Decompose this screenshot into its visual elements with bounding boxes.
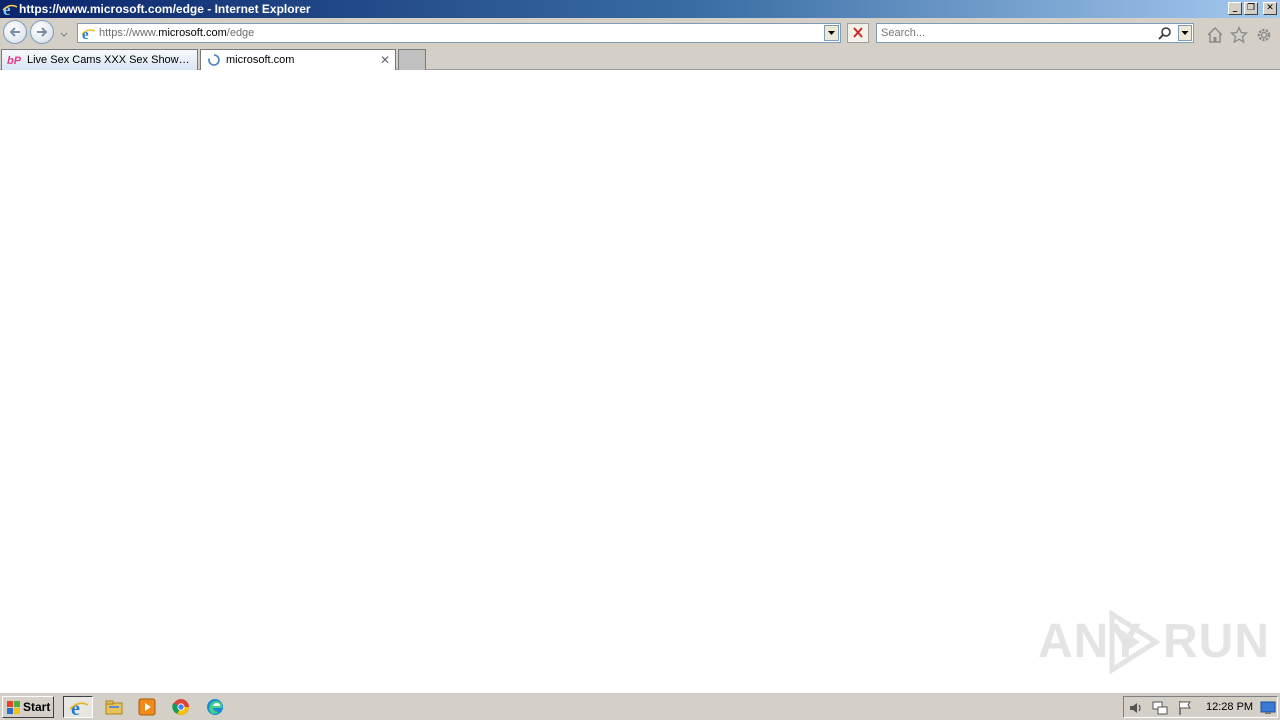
search-dropdown-button[interactable] [1178, 25, 1192, 41]
address-bar[interactable]: e https://www.microsoft.com/edge [77, 23, 841, 43]
loading-spinner-icon [206, 53, 222, 67]
watermark-text-right: RUN [1163, 615, 1270, 668]
navigation-bar: e https://www.microsoft.com/edge [0, 18, 1280, 46]
page-favicon-icon: e [81, 26, 96, 43]
tab-label: microsoft.com [226, 54, 295, 66]
history-dropdown-button[interactable] [60, 28, 68, 41]
forward-arrow-icon [37, 27, 48, 37]
tab-microsoft[interactable]: microsoft.com ✕ [200, 49, 396, 71]
search-icon[interactable] [1158, 26, 1172, 43]
restore-button[interactable]: ❐ [1244, 2, 1258, 15]
taskbar-internet-explorer[interactable]: e [63, 696, 93, 718]
site-favicon-icon: bP [7, 53, 23, 67]
chrome-icon[interactable] [171, 697, 191, 717]
start-button[interactable]: Start [2, 696, 54, 718]
back-button[interactable] [3, 20, 27, 44]
internet-explorer-icon: e [2, 0, 18, 19]
back-arrow-icon [9, 27, 20, 37]
svg-text:e: e [82, 27, 89, 41]
file-explorer-icon[interactable] [104, 697, 124, 717]
tab-live-sex-cams[interactable]: bP Live Sex Cams XXX Sex Shows, ... [1, 49, 198, 70]
url-prefix: https://www. [99, 27, 159, 39]
dropdown-arrow-icon [828, 31, 835, 35]
play-logo-icon [1109, 610, 1161, 674]
url-host: microsoft.com [158, 27, 227, 39]
new-tab-button[interactable] [398, 49, 426, 70]
system-tray: 12:28 PM [1123, 696, 1278, 718]
home-icon[interactable] [1206, 26, 1224, 44]
minimize-button[interactable]: _ [1228, 2, 1242, 15]
search-box[interactable] [876, 23, 1194, 43]
chevron-down-icon [60, 32, 68, 37]
address-dropdown-button[interactable] [824, 25, 839, 41]
star-icon[interactable] [1229, 25, 1249, 44]
windows-logo-icon [7, 701, 20, 714]
url-suffix: /edge [226, 27, 255, 39]
action-center-flag-icon[interactable] [1177, 700, 1193, 719]
taskbar: Start e 12:28 PM [0, 692, 1280, 720]
page-content: ANY RUN [0, 70, 1280, 692]
stop-button[interactable] [847, 23, 869, 43]
taskbar-clock[interactable]: 12:28 PM [1206, 701, 1253, 713]
gear-icon[interactable] [1255, 26, 1273, 44]
window-title-bar[interactable]: e https://www.microsoft.com/edge - Inter… [0, 0, 1280, 19]
tab-strip: bP Live Sex Cams XXX Sex Shows, ... micr… [0, 46, 1280, 71]
svg-text:e: e [71, 698, 80, 718]
volume-icon[interactable] [1128, 700, 1144, 719]
media-player-icon[interactable] [137, 697, 157, 717]
internet-explorer-icon: e [69, 698, 89, 718]
close-icon [853, 27, 863, 38]
svg-text:bP: bP [7, 55, 22, 67]
search-input[interactable] [879, 25, 1153, 41]
window-title: https://www.microsoft.com/edge - Interne… [19, 2, 311, 16]
tab-label: Live Sex Cams XXX Sex Shows, ... [27, 54, 195, 66]
start-label: Start [23, 700, 51, 714]
forward-button[interactable] [30, 20, 54, 44]
address-url[interactable]: https://www.microsoft.com/edge [99, 27, 254, 39]
show-desktop-icon[interactable] [1260, 701, 1276, 718]
edge-icon[interactable] [205, 697, 225, 717]
dropdown-arrow-icon [1181, 31, 1189, 35]
network-icon[interactable] [1152, 700, 1168, 719]
close-window-button[interactable]: ✕ [1263, 2, 1277, 15]
close-tab-icon[interactable]: ✕ [380, 53, 390, 67]
anyrun-watermark: ANY RUN [1038, 610, 1269, 674]
